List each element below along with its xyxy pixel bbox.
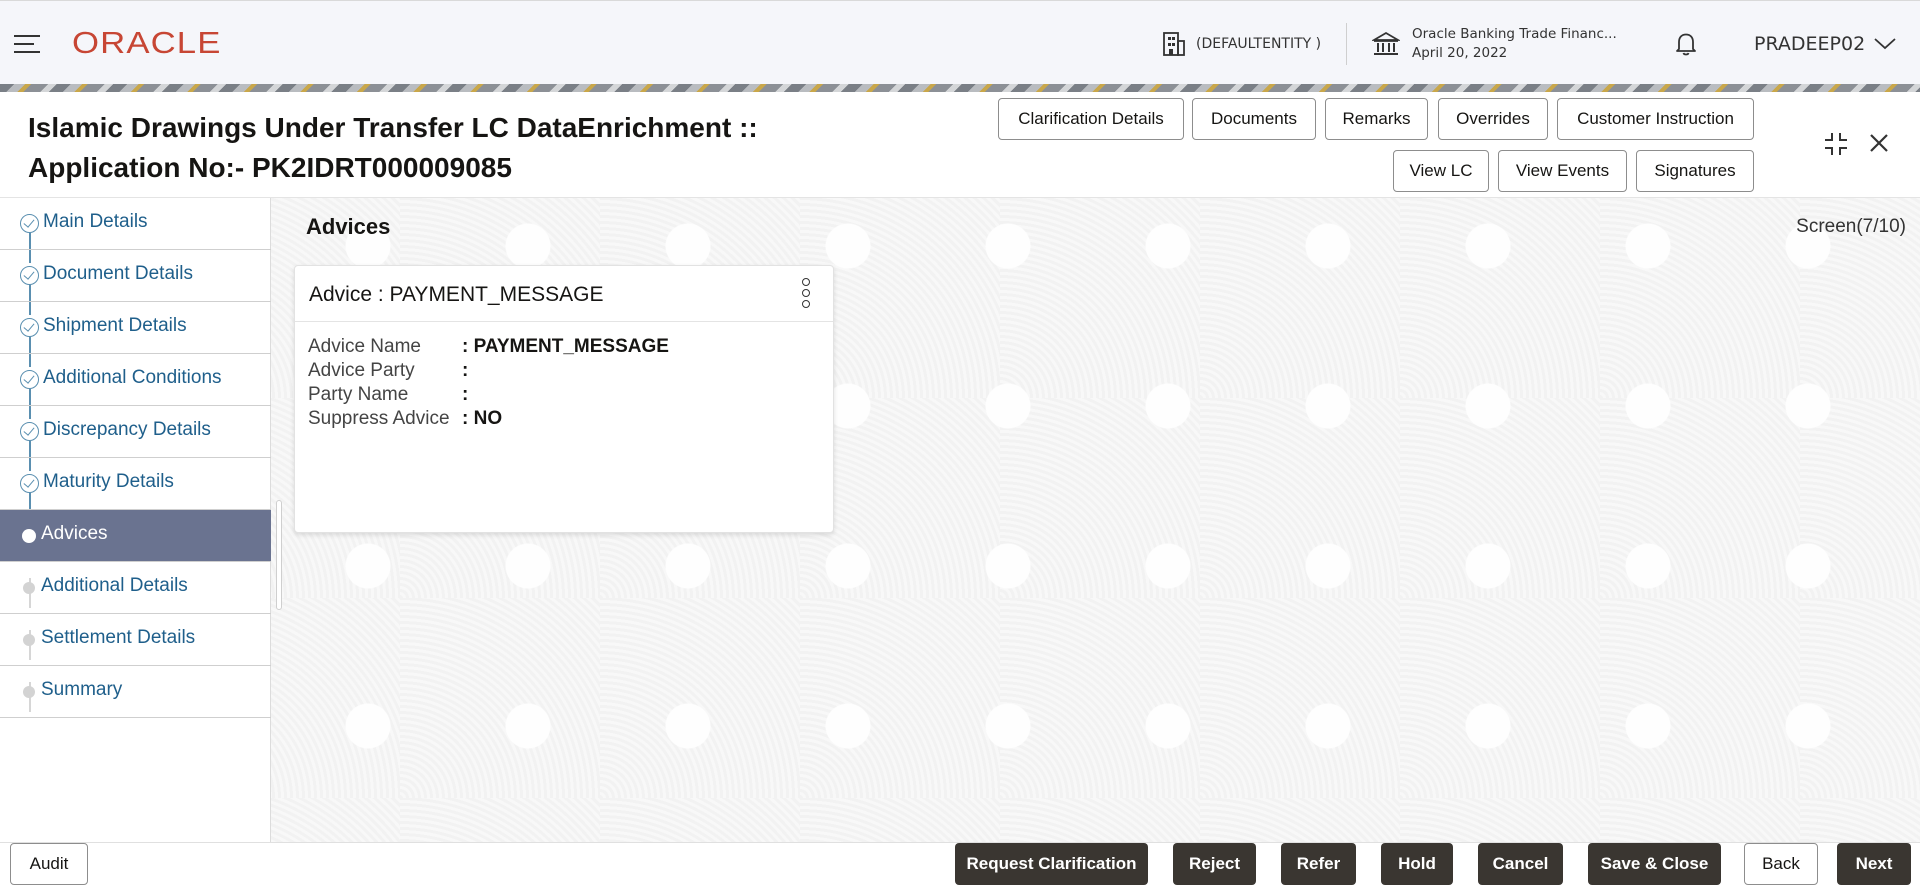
reject-button[interactable]: Reject [1173, 843, 1256, 885]
next-button[interactable]: Next [1837, 843, 1911, 885]
remarks-button[interactable]: Remarks [1325, 98, 1428, 140]
top-header: ORACLE (DEFAULTENTITY ) Oracle Banking T… [0, 0, 1920, 84]
check-circle-icon [20, 266, 39, 285]
field-label: Party Name [308, 384, 409, 405]
customer-instruction-button[interactable]: Customer Instruction [1557, 98, 1754, 140]
field-value: : NO [462, 408, 503, 429]
step-additional-conditions[interactable]: Additional Conditions [0, 354, 271, 406]
check-circle-icon [20, 318, 39, 337]
advice-card-header: Advice : PAYMENT_MESSAGE [295, 266, 833, 322]
sidebar-scrollbar[interactable] [276, 500, 282, 610]
refer-button[interactable]: Refer [1281, 843, 1356, 885]
kebab-icon[interactable] [801, 278, 811, 310]
hold-button[interactable]: Hold [1381, 843, 1453, 885]
app-name: Oracle Banking Trade Financ... [1412, 26, 1617, 42]
page-title-line2: Application No:- PK2IDRT000009085 [28, 152, 512, 183]
view-lc-button[interactable]: View LC [1393, 150, 1489, 192]
advice-card-title: Advice : PAYMENT_MESSAGE [309, 283, 604, 306]
step-additional-details[interactable]: Additional Details [0, 562, 271, 614]
oracle-logo: ORACLE [72, 25, 222, 60]
step-label: Summary [41, 679, 123, 700]
step-advices[interactable]: Advices [0, 510, 271, 562]
step-summary[interactable]: Summary [0, 666, 271, 718]
step-label: Advices [41, 523, 108, 544]
compress-icon[interactable] [1822, 130, 1850, 158]
bell-icon[interactable] [1674, 31, 1698, 61]
screen-counter: Screen(7/10) [1796, 216, 1906, 237]
field-value: : [462, 384, 469, 405]
field-value: : PAYMENT_MESSAGE [462, 336, 669, 357]
step-label: Maturity Details [43, 471, 174, 492]
view-events-button[interactable]: View Events [1498, 150, 1627, 192]
decorative-band [0, 84, 1920, 92]
field-row: Advice Party : [308, 360, 669, 384]
step-label: Additional Details [41, 575, 188, 596]
train-stop-sidebar: Main Details Document Details Shipment D… [0, 198, 271, 842]
field-label: Advice Name [308, 336, 421, 357]
pending-step-dot [23, 686, 35, 698]
field-row: Advice Name : PAYMENT_MESSAGE [308, 336, 669, 360]
advice-fields: Advice Name : PAYMENT_MESSAGE Advice Par… [308, 336, 669, 432]
check-circle-icon [20, 370, 39, 389]
menu-icon[interactable] [14, 35, 40, 53]
step-discrepancy-details[interactable]: Discrepancy Details [0, 406, 271, 458]
field-row: Suppress Advice : NO [308, 408, 669, 432]
pending-step-dot [23, 582, 35, 594]
app-date: April 20, 2022 [1412, 45, 1508, 61]
step-main-details[interactable]: Main Details [0, 198, 271, 250]
step-shipment-details[interactable]: Shipment Details [0, 302, 271, 354]
page-title-line1: Islamic Drawings Under Transfer LC DataE… [28, 112, 758, 143]
step-label: Document Details [43, 263, 193, 284]
user-name: PRADEEP02 [1754, 33, 1866, 55]
step-settlement-details[interactable]: Settlement Details [0, 614, 271, 666]
step-label: Main Details [43, 211, 148, 232]
step-label: Discrepancy Details [43, 419, 211, 440]
check-circle-icon [20, 474, 39, 493]
step-label: Shipment Details [43, 315, 187, 336]
clarification-details-button[interactable]: Clarification Details [998, 98, 1184, 140]
save-close-button[interactable]: Save & Close [1588, 843, 1721, 885]
check-circle-icon [20, 422, 39, 441]
field-label: Suppress Advice [308, 408, 450, 429]
advice-card: Advice : PAYMENT_MESSAGE Advice Name : P… [294, 265, 834, 533]
building-icon [1163, 32, 1185, 56]
header-divider [1346, 23, 1347, 65]
user-menu[interactable]: PRADEEP02 [1754, 33, 1897, 55]
field-row: Party Name : [308, 384, 669, 408]
back-button[interactable]: Back [1744, 843, 1818, 885]
entity-label: (DEFAULTENTITY ) [1196, 36, 1322, 52]
page-title: Islamic Drawings Under Transfer LC DataE… [28, 108, 758, 188]
title-bar: Islamic Drawings Under Transfer LC DataE… [0, 92, 1920, 198]
section-title: Advices [306, 214, 391, 239]
pending-step-dot [23, 634, 35, 646]
documents-button[interactable]: Documents [1192, 98, 1316, 140]
app-context[interactable]: Oracle Banking Trade Financ... April 20,… [1372, 25, 1617, 63]
bank-icon [1372, 31, 1400, 55]
step-label: Additional Conditions [43, 367, 222, 388]
footer-bar: Audit Request Clarification Reject Refer… [0, 842, 1920, 886]
cancel-button[interactable]: Cancel [1478, 843, 1563, 885]
signatures-button[interactable]: Signatures [1636, 150, 1754, 192]
field-value: : [462, 360, 469, 381]
overrides-button[interactable]: Overrides [1438, 98, 1548, 140]
step-maturity-details[interactable]: Maturity Details [0, 458, 271, 510]
entity-selector[interactable]: (DEFAULTENTITY ) [1162, 31, 1321, 57]
field-label: Advice Party [308, 360, 415, 381]
chevron-down-icon [1874, 38, 1896, 50]
audit-button[interactable]: Audit [10, 843, 88, 885]
step-document-details[interactable]: Document Details [0, 250, 271, 302]
current-step-dot [22, 529, 36, 543]
close-icon[interactable] [1866, 130, 1892, 156]
request-clarification-button[interactable]: Request Clarification [955, 843, 1148, 885]
main-area: Main Details Document Details Shipment D… [0, 198, 1920, 842]
check-circle-icon [20, 214, 39, 233]
step-label: Settlement Details [41, 627, 196, 648]
